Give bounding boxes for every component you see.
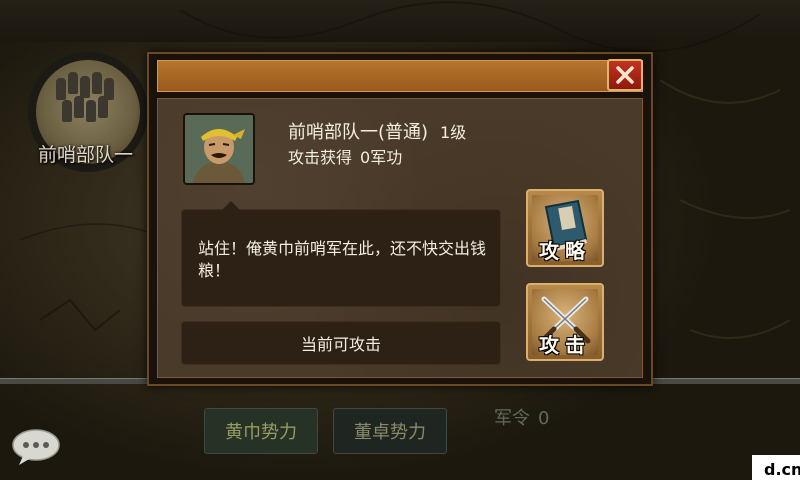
soldier-icon — [98, 96, 108, 118]
close-button[interactable] — [607, 59, 643, 91]
army-order-counter: 军令 0 — [494, 404, 549, 430]
strategy-label: 攻略 — [539, 239, 591, 263]
soldier-icon — [80, 76, 90, 98]
soldier-icon — [68, 72, 78, 94]
soldier-icon — [86, 100, 96, 122]
strategy-button[interactable]: 攻略 — [526, 189, 604, 267]
speech-bubble: 站住！俺黄巾前哨军在此，还不快交出钱粮！ — [181, 201, 501, 307]
enemy-name: 前哨部队一(普通) — [288, 122, 429, 143]
attack-reward-line: 攻击获得 0军功 — [288, 144, 402, 168]
army-order-value: 0 — [538, 408, 550, 429]
soldier-icon — [74, 96, 84, 118]
enemy-info-dialog: 前哨部队一(普通) 1级 攻击获得 0军功 站住！俺黄巾前哨军在此，还不快交出钱粮！… — [147, 52, 653, 386]
close-x-icon — [616, 66, 634, 84]
yellow-turban-faction-button[interactable]: 黄巾势力 — [204, 408, 318, 454]
chat-bubble-icon — [12, 429, 60, 465]
reward-label: 攻击获得 — [288, 148, 353, 167]
enemy-level: 1级 — [440, 123, 467, 142]
speech-bubble-tail — [222, 201, 240, 210]
attack-label: 攻击 — [539, 333, 591, 357]
enemy-portrait — [183, 113, 255, 185]
dialog-title-bar — [157, 60, 643, 92]
enemy-name-line: 前哨部队一(普通) 1级 — [288, 118, 466, 144]
reward-value: 0军功 — [360, 148, 403, 167]
map-unit-label: 前哨部队一 — [38, 144, 134, 166]
dialog-body: 前哨部队一(普通) 1级 攻击获得 0军功 站住！俺黄巾前哨军在此，还不快交出钱粮！… — [157, 98, 643, 378]
soldier-icon — [56, 78, 66, 100]
dong-zhuo-faction-button[interactable]: 董卓势力 — [333, 408, 447, 454]
attack-status-bar: 当前可攻击 — [181, 321, 501, 365]
yellow-turban-soldier-portrait-icon — [185, 115, 253, 183]
chat-button[interactable] — [11, 428, 61, 466]
speech-text: 站住！俺黄巾前哨军在此，还不快交出钱粮！ — [198, 239, 487, 280]
watermark-text: d.cn — [760, 460, 800, 480]
army-order-label: 军令 — [494, 408, 530, 429]
attack-button[interactable]: 攻击 — [526, 283, 604, 361]
soldier-icon — [62, 100, 72, 122]
soldier-icon — [92, 72, 102, 94]
soldier-group-icon — [52, 72, 116, 134]
